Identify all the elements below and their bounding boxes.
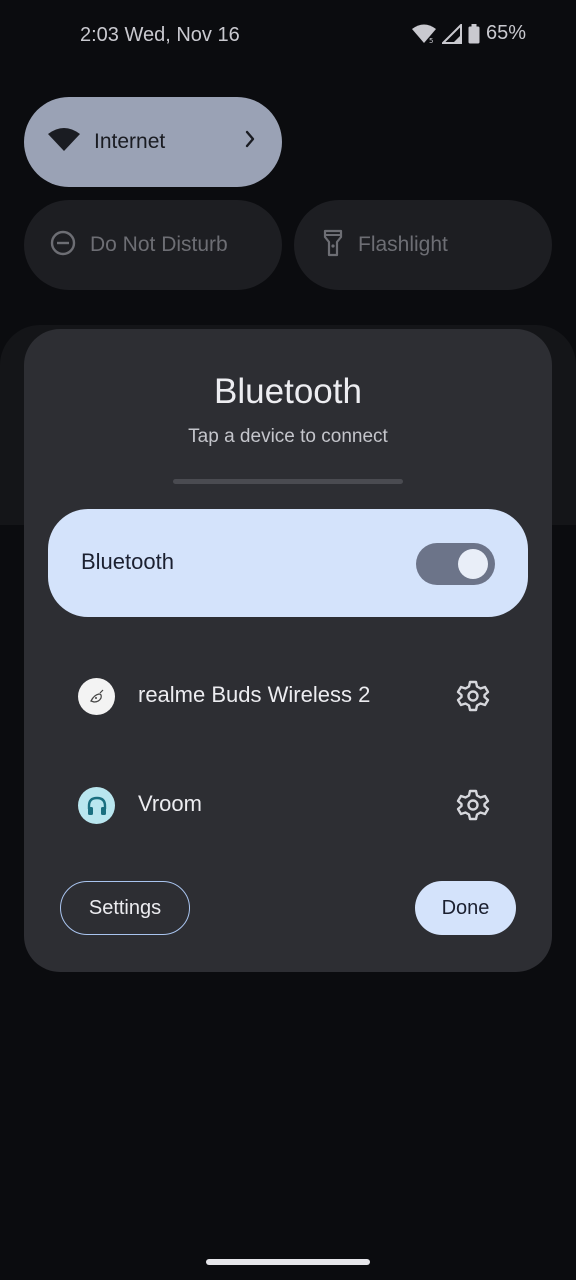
battery-percentage: 65% (485, 22, 526, 44)
battery-icon (468, 23, 480, 44)
tile-internet[interactable]: Internet (24, 97, 282, 187)
settings-button[interactable]: Settings (60, 881, 190, 935)
scan-progress-bar (173, 479, 403, 484)
wifi-icon: 5 (411, 24, 436, 44)
status-bar: 2:03 Wed, Nov 16 5 65% (0, 0, 576, 72)
svg-text:5: 5 (429, 37, 433, 44)
dialog-subtitle: Tap a device to connect (188, 426, 388, 447)
earbuds-avatar-icon (78, 678, 115, 715)
status-time-date: 2:03 Wed, Nov 16 (80, 24, 240, 46)
dialog-title: Bluetooth (214, 372, 362, 411)
gear-icon[interactable] (456, 679, 490, 713)
device-name: realme Buds Wireless 2 (138, 682, 371, 707)
tile-label: Internet (94, 130, 166, 153)
flashlight-icon (322, 229, 344, 262)
do-not-disturb-icon (50, 230, 76, 261)
navigation-handle[interactable] (206, 1259, 370, 1265)
chevron-right-icon (244, 129, 256, 154)
done-button[interactable]: Done (415, 881, 516, 935)
bluetooth-switch-knob (458, 549, 488, 579)
bluetooth-toggle-label: Bluetooth (81, 549, 174, 574)
tile-do-not-disturb[interactable]: Do Not Disturb (24, 200, 282, 290)
device-name: Vroom (138, 791, 202, 816)
status-icons: 5 65% (411, 22, 526, 45)
tile-flashlight[interactable]: Flashlight (294, 200, 552, 290)
signal-icon (441, 23, 462, 44)
wifi-icon (48, 127, 80, 157)
headphones-icon (78, 787, 115, 824)
gear-icon[interactable] (456, 788, 490, 822)
tile-label: Flashlight (358, 233, 448, 256)
tile-label: Do Not Disturb (90, 233, 228, 256)
